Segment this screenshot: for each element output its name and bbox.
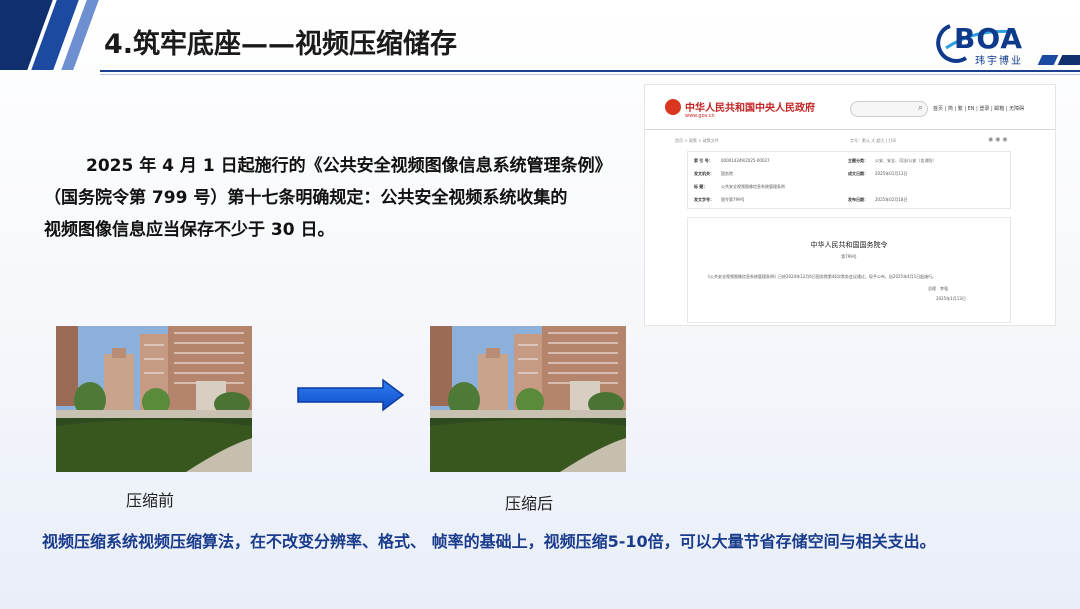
logo-subtitle: 玮宇博业 bbox=[975, 56, 1023, 67]
meta-item: 发布日期： 2025年02月18日 bbox=[848, 197, 908, 202]
notice-title: 中华人民共和国国务院令 bbox=[810, 241, 888, 249]
title-divider bbox=[100, 70, 1080, 72]
search-input: ⌕ bbox=[850, 101, 928, 117]
meta-item: 成文日期： 2025年01月13日 bbox=[848, 171, 908, 176]
site-nav: 首页 | 简 | 繁 | EN | 登录 | 邮箱 | 无障碍 bbox=[933, 106, 1025, 112]
share-icons: ◉ ◉ ◉ bbox=[988, 136, 1008, 143]
site-url: www.gov.cn bbox=[685, 113, 715, 119]
decree-notice: 中华人民共和国国务院令 第799号 《公共安全视频图像信息系统管理条例》已经20… bbox=[687, 217, 1011, 323]
meta-item: 主题分类： 公安、安全、司法/公安（含消防） bbox=[848, 158, 937, 163]
notice-body: 《公共安全视频图像信息系统管理条例》已经2024年12月6日国务院第46次常务会… bbox=[706, 274, 937, 279]
right-arrow-icon bbox=[297, 378, 405, 412]
breadcrumb: 首页 > 政策 > 政策文件 bbox=[675, 138, 719, 143]
law-paragraph: 2025 年 4 月 1 日起施行的《公共安全视频图像信息系统管理条例》 （国务… bbox=[44, 150, 624, 246]
before-caption: 压缩前 bbox=[126, 491, 175, 510]
meta-item: 发文字号： 国令第799号 bbox=[694, 197, 745, 202]
meta-item: 标 题： 公共安全视频图像信息系统管理条例 bbox=[694, 184, 785, 189]
site-name: 中华人民共和国中央人民政府 bbox=[685, 103, 815, 114]
slide-title: 4.筑牢底座——视频压缩储存 bbox=[104, 29, 458, 60]
notice-signature: 总理 李强 bbox=[928, 286, 948, 291]
document-meta: 索 引 号： 000014349/2025-00027 主题分类： 公安、安全、司法… bbox=[687, 151, 1011, 209]
after-caption: 压缩后 bbox=[505, 494, 554, 513]
font-size-controls: 字号：默认 大 超大 | 打印 bbox=[850, 138, 897, 143]
search-icon: ⌕ bbox=[917, 103, 923, 113]
notice-date: 2025年1月13日 bbox=[936, 296, 966, 301]
after-compression-photo bbox=[430, 326, 626, 472]
notice-number: 第799号 bbox=[841, 254, 857, 259]
law-line: （国务院令第 799 号）第十七条明确规定：公共安全视频系统收集的 bbox=[44, 188, 568, 208]
government-document-screenshot: 中华人民共和国中央人民政府 www.gov.cn ⌕ 首页 | 简 | 繁 | … bbox=[644, 84, 1056, 326]
before-compression-photo bbox=[56, 326, 252, 472]
summary-text: 视频压缩系统视频压缩算法，在不改变分辨率、格式、 帧率的基础上，视频压缩5-10… bbox=[42, 532, 936, 551]
meta-item: 发文机关： 国务院 bbox=[694, 171, 733, 176]
corner-decoration bbox=[1057, 55, 1080, 65]
logo-text: BOA bbox=[954, 22, 1024, 55]
doc-divider bbox=[645, 129, 1055, 130]
title-divider bbox=[100, 74, 1080, 75]
national-emblem-icon bbox=[665, 99, 681, 115]
law-line: 视频图像信息应当保存不少于 30 日。 bbox=[44, 220, 335, 240]
law-line: 2025 年 4 月 1 日起施行的《公共安全视频图像信息系统管理条例》 bbox=[86, 156, 612, 176]
meta-item: 索 引 号： 000014349/2025-00027 bbox=[694, 158, 770, 163]
